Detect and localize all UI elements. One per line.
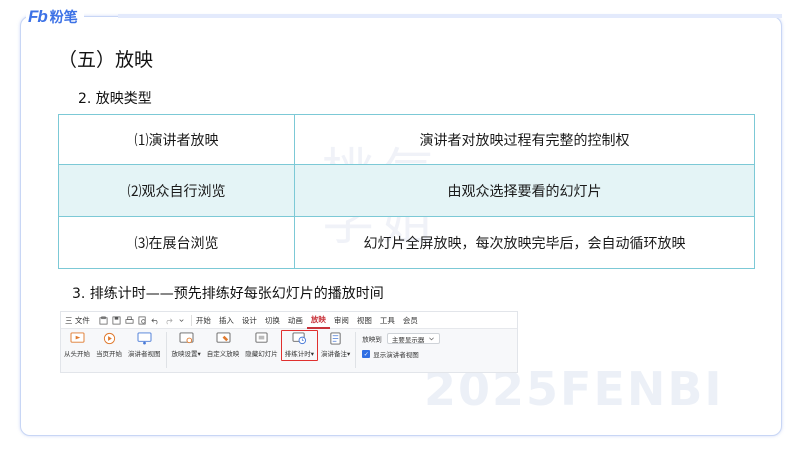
print-preview-icon[interactable] xyxy=(138,316,147,325)
from-beginning-button[interactable]: 从头开始 xyxy=(61,332,93,358)
tab-view[interactable]: 视图 xyxy=(353,312,376,329)
table-row: ⑴演讲者放映 演讲者对放映过程有完整的控制权 xyxy=(58,114,755,165)
toolbar-separator xyxy=(165,332,167,368)
speaker-notes-icon xyxy=(330,332,341,345)
tab-transitions[interactable]: 切换 xyxy=(261,312,284,329)
table-cell-type: ⑵观众自行浏览 xyxy=(58,164,295,217)
tab-animations[interactable]: 动画 xyxy=(284,312,307,329)
hide-slide-button[interactable]: 隐藏幻灯片 xyxy=(242,332,281,358)
table-cell-type: ⑶在展台浏览 xyxy=(58,216,295,269)
show-settings-button[interactable]: 放映设置▾ xyxy=(169,332,204,358)
show-on-row: 放映到 主要显示器 xyxy=(362,333,441,344)
table-cell-desc: 由观众选择要看的幻灯片 xyxy=(294,164,755,217)
speaker-notes-button[interactable]: 演讲备注▾ xyxy=(318,332,353,358)
tab-home[interactable]: 开始 xyxy=(192,312,215,329)
subsection-title-3: 3. 排练计时——预先排练好每张幻灯片的播放时间 xyxy=(72,286,384,302)
rehearse-timer-icon xyxy=(292,332,306,345)
logo-mark: Fb xyxy=(28,7,48,26)
chevron-down-icon xyxy=(429,337,435,341)
table-row: ⑵观众自行浏览 由观众选择要看的幻灯片 xyxy=(58,164,755,217)
checkbox-checked-icon: ✓ xyxy=(362,350,371,358)
presenter-view-checkbox[interactable]: ✓ 显示演讲者视图 xyxy=(362,349,440,359)
show-type-table: ⑴演讲者放映 演讲者对放映过程有完整的控制权 ⑵观众自行浏览 由观众选择要看的幻… xyxy=(58,114,755,269)
show-on-label: 放映到 xyxy=(362,335,382,344)
custom-show-icon xyxy=(216,332,230,343)
presenter-view-icon xyxy=(137,332,152,345)
tab-tools[interactable]: 工具 xyxy=(376,312,399,329)
fenbi-logo: Fb 粉笔 xyxy=(26,7,84,27)
ribbon-toolbar: 从头开始 当页开始 演讲者视图 放映设置▾ 自定义放映 隐藏幻灯片 排练计时▾ xyxy=(61,329,517,373)
table-cell-desc: 演讲者对放映过程有完整的控制权 xyxy=(294,114,755,165)
presenter-view-button[interactable]: 演讲者视图 xyxy=(125,332,164,358)
tab-review[interactable]: 审阅 xyxy=(330,312,353,329)
subsection-title-2: 2. 放映类型 xyxy=(78,91,152,107)
redo-icon[interactable] xyxy=(164,316,173,325)
ribbon-tab-bar: 三 文件 开始 插入 设计 切换 动画 放映 审阅 视图 工具 会员 xyxy=(61,312,517,329)
show-on-select[interactable]: 主要显示器 xyxy=(386,333,441,344)
save-icon[interactable] xyxy=(112,316,121,325)
section-title: （五）放映 xyxy=(58,49,154,71)
more-chevron-icon[interactable] xyxy=(177,316,186,325)
table-cell-type: ⑴演讲者放映 xyxy=(58,114,295,165)
toolbar-separator xyxy=(355,332,357,368)
tab-slideshow[interactable]: 放映 xyxy=(306,312,330,329)
slide-top-bar xyxy=(118,14,782,18)
table-row: ⑶在展台浏览 幻灯片全屏放映，每次放映完毕后，会自动循环放映 xyxy=(58,216,755,269)
play-current-icon xyxy=(103,332,115,345)
display-options: 放映到 主要显示器 ✓ 显示演讲者视图 xyxy=(358,332,441,359)
table-cell-desc: 幻灯片全屏放映，每次放映完毕后，会自动循环放映 xyxy=(294,216,755,269)
tab-design[interactable]: 设计 xyxy=(238,312,261,329)
play-from-start-icon xyxy=(70,332,84,343)
logo-text: 粉笔 xyxy=(49,10,78,26)
rehearse-timings-button[interactable]: 排练计时▾ xyxy=(280,330,319,361)
custom-show-button[interactable]: 自定义放映 xyxy=(204,332,243,358)
undo-icon[interactable] xyxy=(151,316,160,325)
tab-insert[interactable]: 插入 xyxy=(215,312,238,329)
print-icon[interactable] xyxy=(125,316,134,325)
from-current-button[interactable]: 当页开始 xyxy=(93,332,125,358)
open-file-icon[interactable] xyxy=(99,316,108,325)
file-menu[interactable]: 三 文件 xyxy=(61,312,94,329)
ribbon-screenshot: 三 文件 开始 插入 设计 切换 动画 放映 审阅 视图 工具 会员 从头开始 … xyxy=(60,311,518,373)
show-settings-icon xyxy=(179,332,194,344)
tab-member[interactable]: 会员 xyxy=(399,312,422,329)
hide-slide-icon xyxy=(255,332,268,343)
quick-access-toolbar xyxy=(94,314,192,326)
